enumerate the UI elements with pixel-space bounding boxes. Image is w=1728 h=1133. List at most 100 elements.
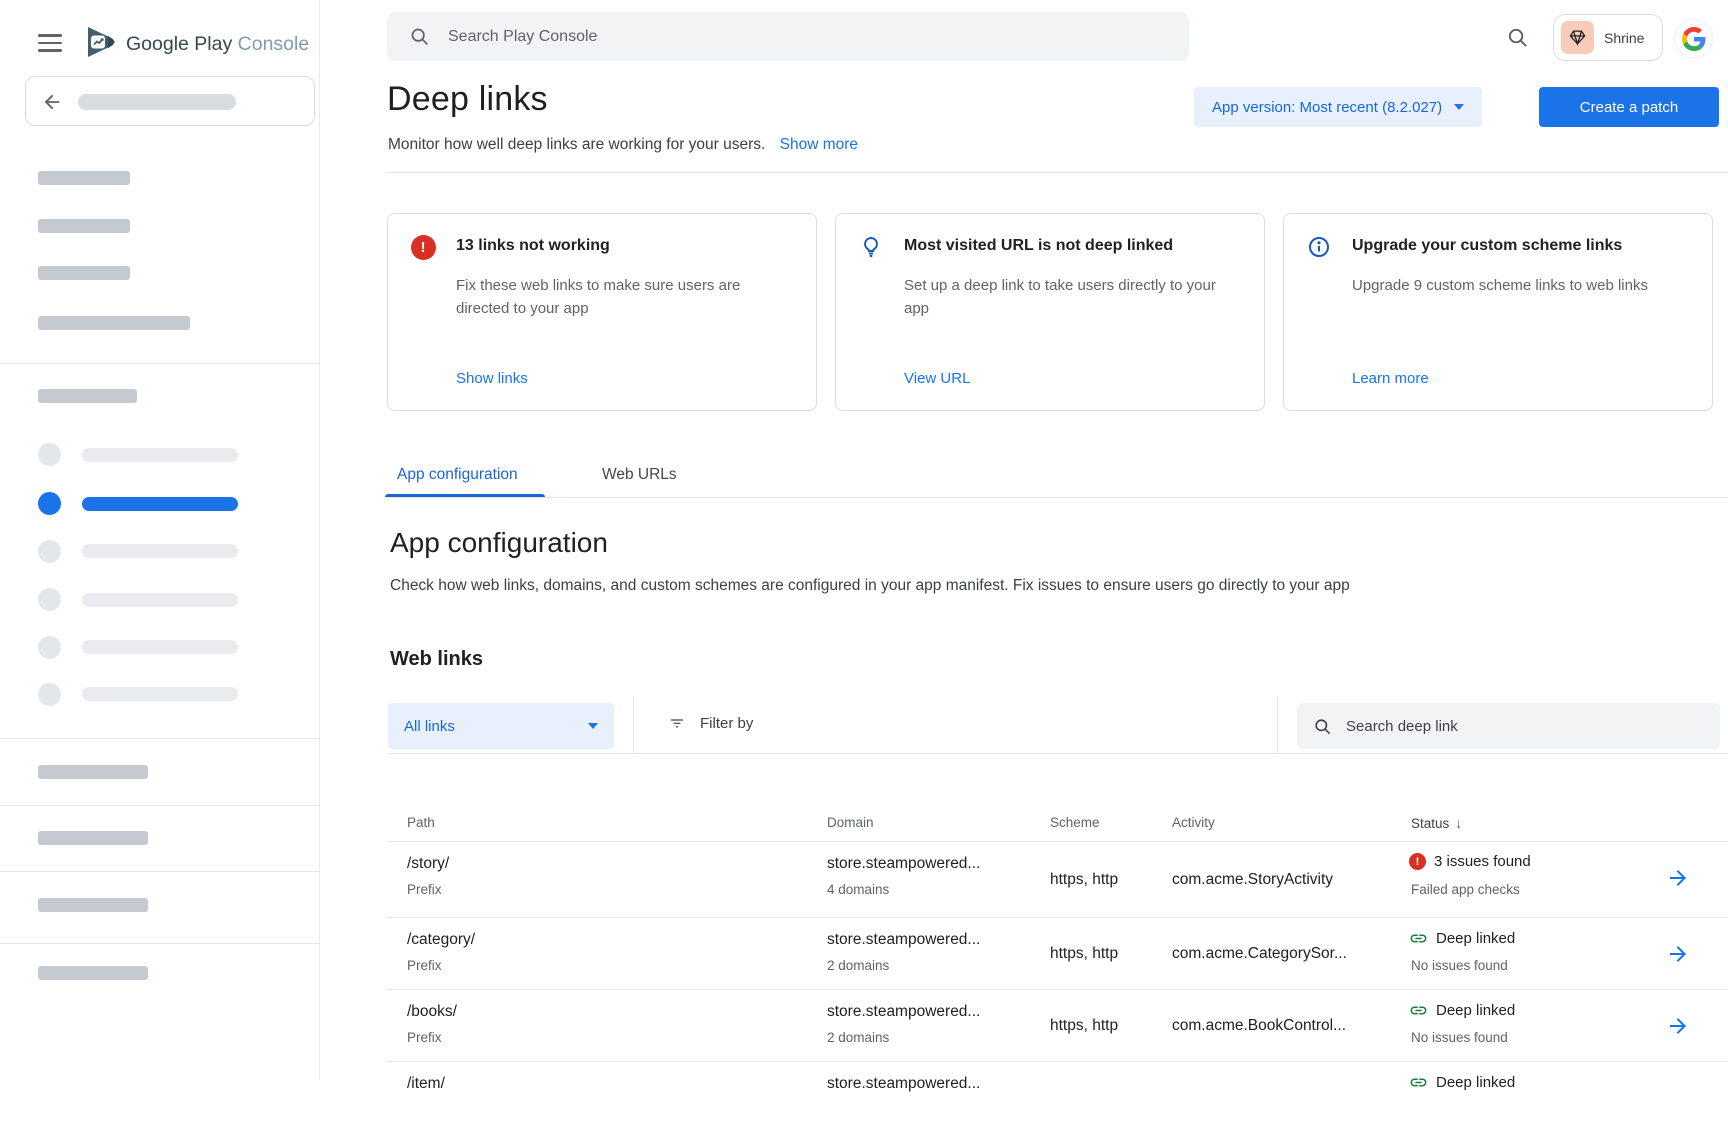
link-icon bbox=[1409, 1073, 1428, 1092]
table-row[interactable]: /story/ Prefix store.steampowered... 4 d… bbox=[387, 841, 1728, 917]
open-row-arrow-icon[interactable] bbox=[1666, 1014, 1690, 1038]
shrine-app-icon bbox=[1561, 21, 1594, 54]
header-divider bbox=[387, 172, 1728, 173]
column-header-activity[interactable]: Activity bbox=[1172, 815, 1215, 830]
row-status: Deep linked bbox=[1436, 1002, 1515, 1019]
column-header-domain[interactable]: Domain bbox=[827, 815, 874, 830]
current-app-chip[interactable]: Shrine bbox=[1553, 14, 1663, 61]
search-play-console-input[interactable]: Search Play Console bbox=[387, 12, 1189, 61]
search-icon-button[interactable] bbox=[1506, 26, 1529, 54]
back-arrow-icon[interactable] bbox=[41, 91, 63, 118]
show-links-link[interactable]: Show links bbox=[456, 370, 528, 387]
search-deep-link-input[interactable]: Search deep link bbox=[1297, 703, 1720, 749]
column-header-status[interactable]: Status ↓ bbox=[1411, 815, 1462, 831]
row-path: /category/ bbox=[407, 931, 475, 949]
brand-console: Console bbox=[238, 33, 310, 55]
open-row-arrow-icon[interactable] bbox=[1666, 866, 1690, 890]
toolbar-divider bbox=[633, 697, 634, 754]
sidebar-section-skeleton[interactable] bbox=[38, 765, 148, 779]
app-version-dropdown[interactable]: App version: Most recent (8.2.027) bbox=[1194, 87, 1482, 127]
toolbar-bottom-divider bbox=[387, 753, 1728, 754]
card-body: Fix these web links to make sure users a… bbox=[456, 274, 772, 320]
toolbar-divider bbox=[1277, 697, 1278, 754]
sidebar-divider bbox=[0, 738, 320, 739]
row-domain: store.steampowered... bbox=[827, 931, 980, 949]
lightbulb-icon bbox=[858, 234, 884, 260]
play-console-logo-icon bbox=[84, 24, 118, 65]
row-activity: com.acme.CategorySor... bbox=[1172, 945, 1347, 963]
card-most-visited-url: Most visited URL is not deep linked Set … bbox=[835, 213, 1265, 411]
app-version-label: App version: Most recent (8.2.027) bbox=[1212, 99, 1442, 116]
error-icon: ! bbox=[1409, 853, 1426, 870]
chevron-down-icon bbox=[1454, 104, 1464, 110]
link-icon bbox=[1409, 929, 1428, 948]
filter-by-label: Filter by bbox=[700, 715, 753, 732]
search-placeholder: Search Play Console bbox=[448, 28, 597, 46]
card-title: 13 links not working bbox=[456, 237, 610, 255]
brand-title: Google Play Console bbox=[126, 33, 309, 56]
table-row[interactable]: /books/ Prefix store.steampowered... 2 d… bbox=[387, 989, 1728, 1061]
card-body: Set up a deep link to take users directl… bbox=[904, 274, 1220, 320]
page-title: Deep links bbox=[387, 80, 548, 119]
column-header-path[interactable]: Path bbox=[407, 815, 435, 830]
row-scheme: https, http bbox=[1050, 871, 1118, 889]
card-links-not-working: ! 13 links not working Fix these web lin… bbox=[387, 213, 817, 411]
filter-by-button[interactable]: Filter by bbox=[668, 714, 753, 732]
card-title: Most visited URL is not deep linked bbox=[904, 237, 1173, 255]
tab-web-urls[interactable]: Web URLs bbox=[602, 466, 677, 484]
sidebar-section-skeleton[interactable] bbox=[38, 966, 148, 980]
sidebar-section-skeleton[interactable] bbox=[38, 831, 148, 845]
row-domain: store.steampowered... bbox=[827, 1003, 980, 1021]
learn-more-link[interactable]: Learn more bbox=[1352, 370, 1429, 387]
row-domain-count: 2 domains bbox=[827, 1030, 889, 1045]
subtitle-text: Monitor how well deep links are working … bbox=[388, 136, 765, 153]
row-path-type: Prefix bbox=[407, 882, 442, 897]
row-path: /item/ bbox=[407, 1075, 445, 1093]
row-status: 3 issues found bbox=[1434, 853, 1531, 870]
tab-bar-divider bbox=[387, 497, 1728, 498]
menu-icon[interactable] bbox=[38, 34, 62, 52]
show-more-link[interactable]: Show more bbox=[780, 136, 858, 153]
search-icon bbox=[1313, 717, 1332, 736]
row-domain-count: 2 domains bbox=[827, 958, 889, 973]
error-icon: ! bbox=[411, 235, 436, 260]
create-patch-button[interactable]: Create a patch bbox=[1539, 87, 1719, 127]
row-domain-count: 4 domains bbox=[827, 882, 889, 897]
row-activity: com.acme.StoryActivity bbox=[1172, 871, 1333, 889]
sidebar-skeleton-bar bbox=[38, 316, 190, 330]
table-row[interactable]: /category/ Prefix store.steampowered... … bbox=[387, 917, 1728, 989]
card-upgrade-custom-scheme: Upgrade your custom scheme links Upgrade… bbox=[1283, 213, 1713, 411]
view-url-link[interactable]: View URL bbox=[904, 370, 970, 387]
tab-app-configuration[interactable]: App configuration bbox=[397, 466, 518, 484]
row-status-detail: No issues found bbox=[1411, 1030, 1508, 1045]
links-filter-value: All links bbox=[404, 718, 455, 735]
current-app-name: Shrine bbox=[1604, 30, 1644, 46]
info-icon bbox=[1306, 234, 1332, 260]
app-name-skeleton bbox=[78, 94, 236, 110]
row-path: /books/ bbox=[407, 1003, 457, 1021]
column-header-scheme[interactable]: Scheme bbox=[1050, 815, 1100, 830]
search-deep-link-placeholder: Search deep link bbox=[1346, 718, 1458, 735]
sidebar: Google Play Console bbox=[0, 0, 320, 1080]
sort-descending-icon: ↓ bbox=[1455, 815, 1462, 831]
row-status: Deep linked bbox=[1436, 930, 1515, 947]
row-domain: store.steampowered... bbox=[827, 1075, 980, 1093]
sidebar-section-skeleton bbox=[38, 389, 137, 403]
links-filter-dropdown[interactable]: All links bbox=[388, 703, 614, 749]
google-logo-icon bbox=[1682, 27, 1706, 51]
sidebar-divider bbox=[0, 943, 320, 944]
page-subtitle: Monitor how well deep links are working … bbox=[388, 136, 858, 154]
row-status-detail: Failed app checks bbox=[1411, 882, 1520, 897]
row-path-type: Prefix bbox=[407, 958, 442, 973]
status-header-label: Status bbox=[1411, 816, 1449, 831]
sidebar-section-skeleton[interactable] bbox=[38, 898, 148, 912]
section-heading: App configuration bbox=[390, 527, 608, 559]
row-scheme: https, http bbox=[1050, 1017, 1118, 1035]
app-switcher[interactable] bbox=[25, 76, 315, 126]
table-row[interactable]: /item/ store.steampowered... Deep linked bbox=[387, 1061, 1728, 1133]
row-status-detail: No issues found bbox=[1411, 958, 1508, 973]
google-account-button[interactable] bbox=[1674, 19, 1713, 58]
open-row-arrow-icon[interactable] bbox=[1666, 942, 1690, 966]
row-scheme: https, http bbox=[1050, 945, 1118, 963]
sidebar-divider bbox=[0, 871, 320, 872]
